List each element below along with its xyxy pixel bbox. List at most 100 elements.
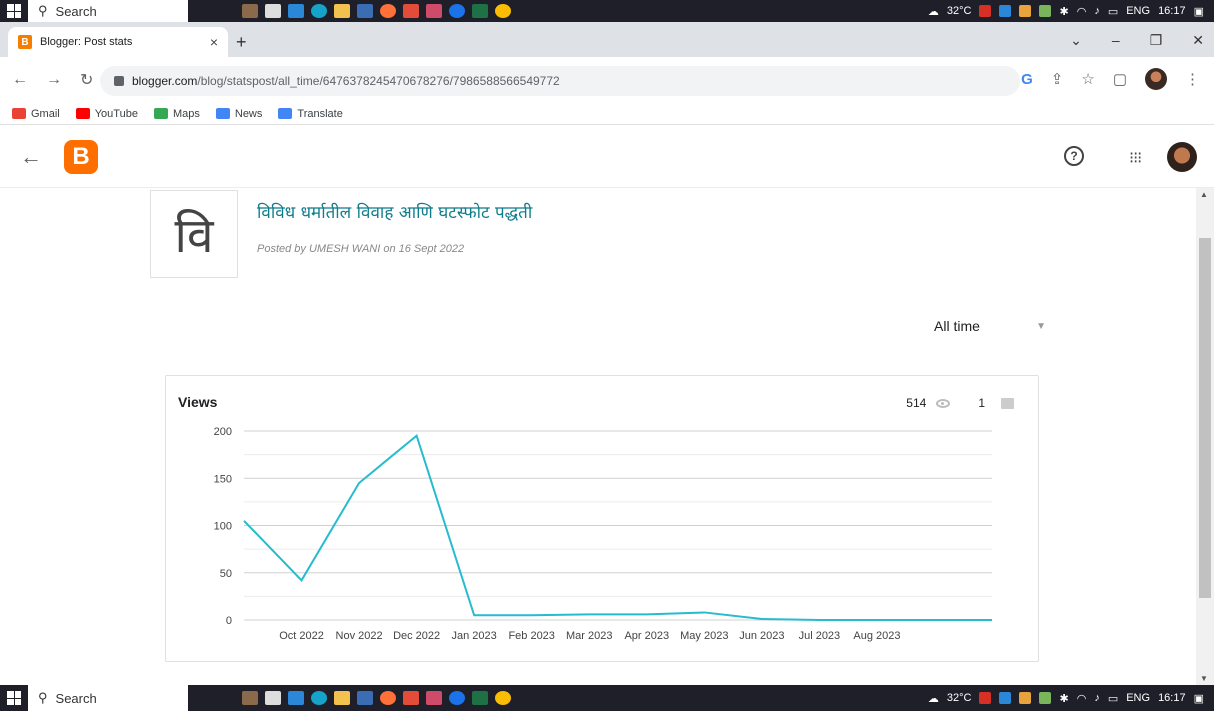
tab-search-icon[interactable]: ⌄ [1070,32,1082,49]
blogger-logo-icon[interactable]: B [64,140,98,174]
tab-blogger-post-stats[interactable]: B Blogger: Post stats × [8,27,228,57]
weather-text[interactable]: 32°C [947,692,972,704]
tray-icon[interactable] [979,692,992,704]
language-indicator[interactable]: ENG [1126,692,1150,704]
mail-icon[interactable] [288,691,304,705]
account-avatar[interactable] [1167,142,1197,172]
firefox-icon[interactable] [380,691,396,705]
tray-icon[interactable] [999,692,1012,704]
wifi-icon[interactable]: ◠ [1077,692,1087,705]
store-icon[interactable] [357,691,373,705]
minimize-button[interactable]: – [1112,32,1120,49]
file-explorer-icon[interactable] [334,691,350,705]
keyboard-icon[interactable]: ▭ [1108,692,1118,705]
tray-icon[interactable] [1019,5,1032,17]
back-icon[interactable]: ← [12,71,28,89]
tray-icon[interactable] [999,5,1012,17]
x-tick-label: May 2023 [680,630,728,642]
forward-icon[interactable]: → [46,71,62,89]
apps-grid-icon[interactable]: ⁝⁝⁝ [1129,148,1142,168]
close-tab-icon[interactable]: × [210,34,218,50]
x-tick-label: Mar 2023 [566,630,612,642]
store-icon[interactable] [357,4,373,18]
edge-icon[interactable] [311,691,327,705]
top-taskbar: ⚲ Search ☁ 32°C ✱ ◠ ♪ ▭ ENG 16:17 ▣ [0,0,1214,22]
y-tick-label: 150 [214,473,232,485]
post-title[interactable]: विविध धर्मातील विवाह आणि घटस्फोट पद्धती [257,200,532,223]
weather-icon[interactable]: ☁ [928,5,939,18]
volume-icon[interactable]: ♪ [1094,5,1100,17]
help-icon[interactable]: ? [1064,146,1084,166]
chrome-icon[interactable] [495,691,511,705]
taskbar-apps [242,691,511,705]
google-icon[interactable]: G [1021,71,1033,88]
chrome-icon[interactable] [495,4,511,18]
lock-icon[interactable] [114,76,124,86]
tray-icon[interactable] [1039,5,1052,17]
weather-icon[interactable]: ☁ [928,692,939,705]
task-view-icon[interactable] [265,4,281,18]
share-icon[interactable]: ⇪ [1051,70,1064,88]
app-blue-icon[interactable] [449,4,465,18]
wifi-icon[interactable]: ◠ [1077,5,1087,18]
notification-icon[interactable]: ▣ [1194,5,1204,18]
file-explorer-icon[interactable] [334,4,350,18]
menu-icon[interactable]: ⋮ [1185,70,1200,88]
volume-icon[interactable]: ♪ [1094,692,1100,704]
tray-icon[interactable] [1039,692,1052,704]
reload-icon[interactable]: ↻ [80,70,93,90]
mail-icon[interactable] [288,4,304,18]
bluetooth-icon[interactable]: ✱ [1059,5,1068,18]
side-panel-icon[interactable]: ▢ [1113,70,1127,88]
firefox-icon[interactable] [380,4,396,18]
restore-button[interactable]: ❐ [1150,32,1163,49]
app-red-icon[interactable] [403,4,419,18]
app-pink-icon[interactable] [426,691,442,705]
edge-icon[interactable] [311,4,327,18]
app-pink-icon[interactable] [426,4,442,18]
app-icon[interactable] [242,4,258,18]
weather-text[interactable]: 32°C [947,5,972,17]
close-window-button[interactable]: ✕ [1192,32,1204,49]
bookmark-youtube[interactable]: YouTube [75,107,138,120]
scroll-down-icon[interactable]: ▼ [1200,674,1208,683]
bookmark-maps[interactable]: Maps [153,108,200,120]
clock[interactable]: 16:17 [1158,692,1186,704]
address-bar[interactable]: blogger.com /blog/statspost/all_time/647… [100,66,1020,96]
notification-icon[interactable]: ▣ [1194,692,1204,705]
keyboard-icon[interactable]: ▭ [1108,5,1118,18]
views-total: 514 [906,396,927,410]
taskbar-search[interactable]: ⚲ Search [28,0,188,22]
time-range-dropdown[interactable]: All time ▼ [934,318,1046,334]
app-red-icon[interactable] [403,691,419,705]
bluetooth-icon[interactable]: ✱ [1059,692,1068,705]
bookmark-news[interactable]: News [215,108,262,120]
tray-icon[interactable] [1019,692,1032,704]
comments-total: 1 [978,396,985,410]
app-blue-icon[interactable] [449,691,465,705]
app-icon[interactable] [242,691,258,705]
profile-avatar[interactable] [1145,68,1167,90]
page-scrollbar[interactable]: ▲ ▼ [1196,188,1214,685]
bookmark-translate[interactable]: Translate [278,108,343,120]
bookmark-star-icon[interactable]: ☆ [1081,70,1094,88]
start-button[interactable] [0,0,28,22]
tray-icon[interactable] [979,5,992,17]
back-arrow-icon[interactable]: ← [20,144,42,170]
x-tick-label: Nov 2022 [336,630,383,642]
task-view-icon[interactable] [265,691,281,705]
bookmark-gmail[interactable]: Gmail [12,108,60,120]
clock[interactable]: 16:17 [1158,5,1186,17]
bookmark-label: Gmail [31,107,60,120]
scroll-thumb[interactable] [1199,238,1211,598]
excel-icon[interactable] [472,691,488,705]
url-host: blogger.com [132,74,198,88]
start-button[interactable] [0,685,28,711]
scroll-up-icon[interactable]: ▲ [1200,190,1208,199]
language-indicator[interactable]: ENG [1126,5,1150,17]
excel-icon[interactable] [472,4,488,18]
new-tab-button[interactable]: + [236,32,247,53]
taskbar-search[interactable]: ⚲ Search [28,685,188,711]
dropdown-caret-icon: ▼ [1036,321,1046,332]
bookmark-label: YouTube [94,107,138,120]
